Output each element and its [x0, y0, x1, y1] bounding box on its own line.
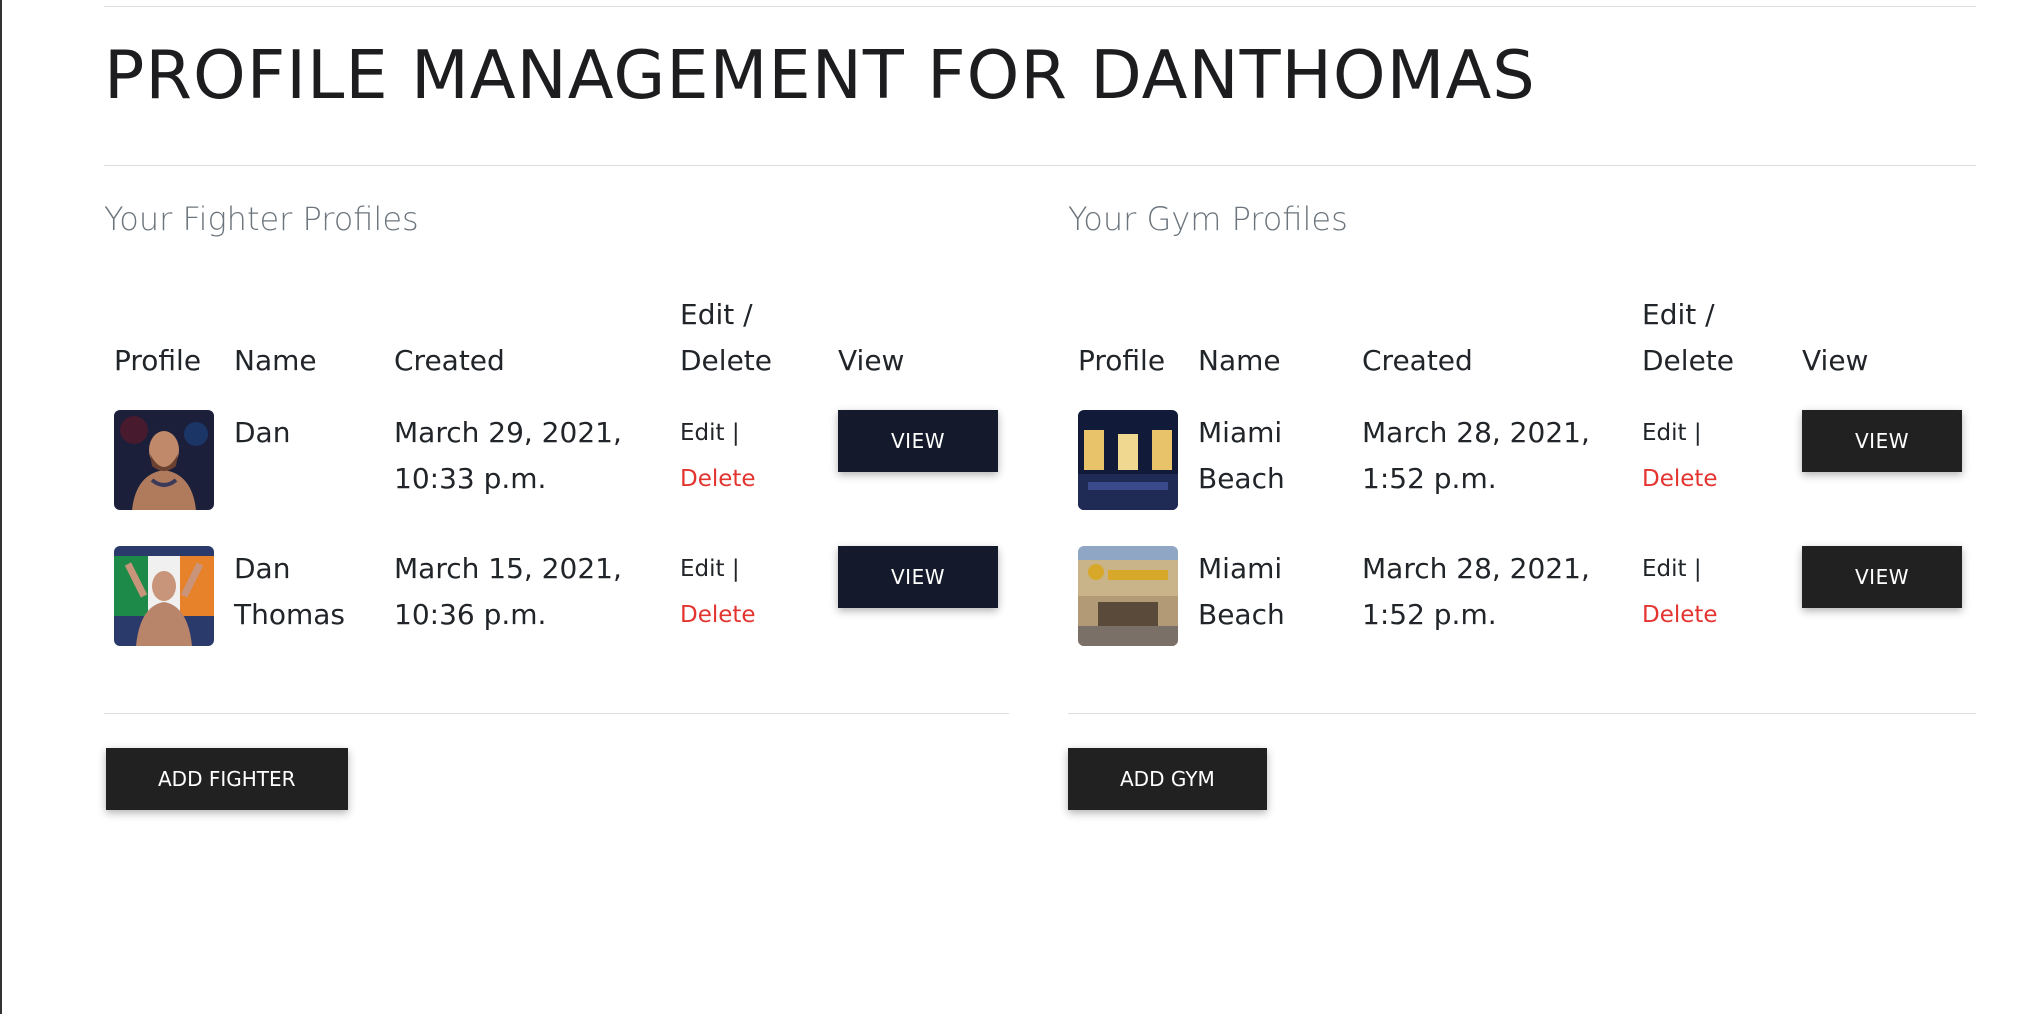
- gym-profiles-heading: Your Gym Profiles: [1068, 200, 1348, 238]
- column-header-edit-delete: Edit / Delete: [1642, 298, 1734, 377]
- table-row: Dan Thomas March 15, 2021, 10:36 p.m. Ed…: [104, 530, 1008, 666]
- gym-photo: [1078, 410, 1178, 510]
- gym-photo: [1078, 546, 1178, 646]
- view-button[interactable]: VIEW: [838, 546, 998, 608]
- fighter-photo: [114, 410, 214, 510]
- column-header-name: Name: [234, 344, 317, 377]
- delete-link[interactable]: Delete: [680, 456, 818, 502]
- fighter-profiles-section: Your Fighter Profiles Profile Name Creat…: [104, 200, 1014, 666]
- column-header-profile: Profile: [1078, 344, 1166, 377]
- page: PROFILE MANAGEMENT FOR DANTHOMAS Your Fi…: [0, 0, 2036, 1014]
- table-row: Dan March 29, 2021, 10:33 p.m. Edit | De…: [104, 394, 1008, 530]
- add-fighter-button[interactable]: ADD FIGHTER: [106, 748, 348, 810]
- add-gym-button[interactable]: ADD GYM: [1068, 748, 1267, 810]
- gym-profiles-section: Your Gym Profiles Profile Name Created E…: [1068, 200, 1978, 666]
- table-header-row: Profile Name Created Edit / Delete View: [104, 292, 1008, 394]
- edit-link[interactable]: Edit |: [1642, 546, 1782, 592]
- gym-avatar-image[interactable]: [1078, 410, 1178, 510]
- fighter-avatar-image[interactable]: [114, 546, 214, 646]
- gym-created: March 28, 2021, 1:52 p.m.: [1362, 552, 1590, 631]
- delete-link[interactable]: Delete: [1642, 456, 1782, 502]
- fighter-profiles-heading: Your Fighter Profiles: [104, 200, 419, 238]
- column-header-created: Created: [1362, 344, 1473, 377]
- column-header-profile: Profile: [114, 344, 202, 377]
- title-divider: [104, 165, 1976, 166]
- table-header-row: Profile Name Created Edit / Delete View: [1068, 292, 1972, 394]
- view-button[interactable]: VIEW: [838, 410, 998, 472]
- column-header-name: Name: [1198, 344, 1281, 377]
- gym-name: Miami Beach: [1198, 416, 1285, 495]
- edit-link[interactable]: Edit |: [680, 410, 818, 456]
- edit-link[interactable]: Edit |: [1642, 410, 1782, 456]
- page-title: PROFILE MANAGEMENT FOR DANTHOMAS: [104, 36, 1536, 114]
- view-button[interactable]: VIEW: [1802, 410, 1962, 472]
- gym-name: Miami Beach: [1198, 552, 1285, 631]
- top-divider: [104, 6, 1976, 7]
- fighter-avatar-image[interactable]: [114, 410, 214, 510]
- delete-link[interactable]: Delete: [1642, 592, 1782, 638]
- fighter-created: March 29, 2021, 10:33 p.m.: [394, 416, 622, 495]
- fighter-section-divider: [104, 713, 1009, 714]
- column-header-edit-delete: Edit / Delete: [680, 298, 772, 377]
- delete-link[interactable]: Delete: [680, 592, 818, 638]
- view-button[interactable]: VIEW: [1802, 546, 1962, 608]
- gym-section-divider: [1068, 713, 1976, 714]
- edit-link[interactable]: Edit |: [680, 546, 818, 592]
- column-header-view: View: [1802, 344, 1869, 377]
- fighter-name: Dan: [234, 416, 291, 449]
- table-row: Miami Beach March 28, 2021, 1:52 p.m. Ed…: [1068, 530, 1972, 666]
- fighter-profiles-table: Profile Name Created Edit / Delete View: [104, 292, 1008, 666]
- gym-profiles-table: Profile Name Created Edit / Delete View: [1068, 292, 1972, 666]
- fighter-photo: [114, 546, 214, 646]
- fighter-created: March 15, 2021, 10:36 p.m.: [394, 552, 622, 631]
- gym-avatar-image[interactable]: [1078, 546, 1178, 646]
- gym-created: March 28, 2021, 1:52 p.m.: [1362, 416, 1590, 495]
- table-row: Miami Beach March 28, 2021, 1:52 p.m. Ed…: [1068, 394, 1972, 530]
- fighter-name: Dan Thomas: [234, 552, 346, 631]
- column-header-view: View: [838, 344, 905, 377]
- column-header-created: Created: [394, 344, 505, 377]
